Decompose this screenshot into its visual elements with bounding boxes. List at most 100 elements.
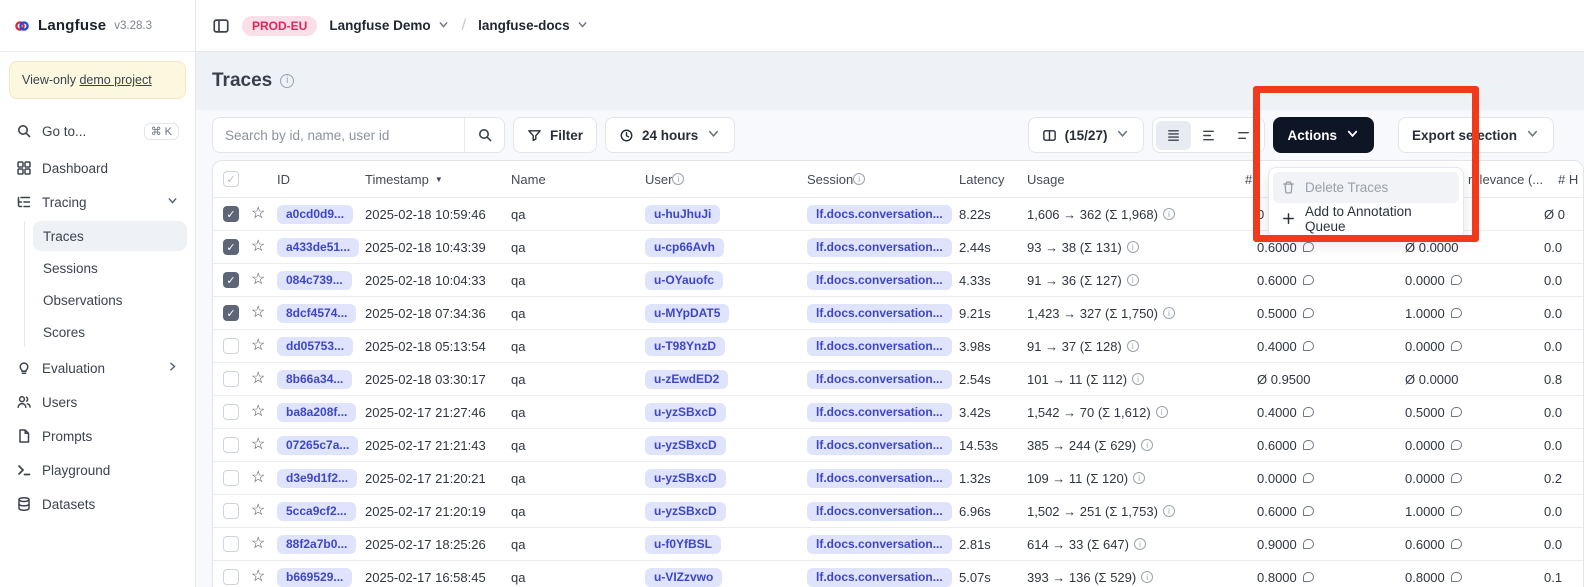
table-row[interactable]: ☆07265c7a...2025-02-17 21:21:43qau-yzSBx… — [213, 429, 1583, 462]
bookmark-star-icon[interactable]: ☆ — [251, 528, 265, 560]
session-badge[interactable]: lf.docs.conversation... — [807, 429, 952, 461]
bookmark-star-icon[interactable]: ☆ — [251, 561, 265, 587]
table-row[interactable]: ☆ba8a208f...2025-02-17 21:27:46qau-yzSBx… — [213, 396, 1583, 429]
session-badge[interactable]: lf.docs.conversation... — [807, 264, 952, 296]
table-row[interactable]: ☆d3e9d1f2...2025-02-17 21:20:21qau-yzSBx… — [213, 462, 1583, 495]
sidebar-item-tracing[interactable]: Tracing — [8, 185, 187, 219]
trace-id-badge[interactable]: 88f2a7b0... — [277, 528, 356, 560]
table-row[interactable]: ☆dd05753...2025-02-18 05:13:54qau-T98Ynz… — [213, 330, 1583, 363]
trace-id-badge[interactable]: dd05753... — [277, 330, 353, 362]
column-header-user[interactable]: Useri — [645, 161, 684, 197]
trace-id-badge[interactable]: b669529... — [277, 561, 352, 587]
select-all-checkbox[interactable]: ✓ — [223, 161, 239, 197]
user-badge[interactable]: u-OYauofc — [645, 264, 723, 296]
row-checkbox[interactable]: ✓ — [223, 297, 239, 329]
sidebar-item-evaluation[interactable]: Evaluation — [8, 351, 187, 385]
bookmark-star-icon[interactable]: ☆ — [251, 429, 265, 461]
trace-id-badge[interactable]: d3e9d1f2... — [277, 462, 357, 494]
row-checkbox[interactable] — [223, 495, 239, 527]
trace-id-badge[interactable]: ba8a208f... — [277, 396, 356, 428]
org-selector[interactable]: Langfuse Demo — [329, 18, 449, 34]
user-badge[interactable]: u-cp66Avh — [645, 231, 724, 263]
bookmark-star-icon[interactable]: ☆ — [251, 198, 265, 230]
row-checkbox[interactable]: ✓ — [223, 231, 239, 263]
demo-project-link[interactable]: demo project — [79, 73, 151, 87]
user-badge[interactable]: u-yzSBxcD — [645, 495, 726, 527]
column-header-relevance[interactable]: relevance (... — [1468, 161, 1543, 197]
column-header-id[interactable]: ID — [277, 161, 290, 197]
session-badge[interactable]: lf.docs.conversation... — [807, 561, 952, 587]
actions-button[interactable]: Actions — [1273, 117, 1374, 153]
row-checkbox[interactable]: ✓ — [223, 198, 239, 230]
search-submit-button[interactable] — [464, 118, 504, 152]
table-row[interactable]: ✓☆8dcf4574...2025-02-18 07:34:36qau-MYpD… — [213, 297, 1583, 330]
bookmark-star-icon[interactable]: ☆ — [251, 495, 265, 527]
trace-id-badge[interactable]: 084c739... — [277, 264, 352, 296]
row-checkbox[interactable] — [223, 330, 239, 362]
bookmark-star-icon[interactable]: ☆ — [251, 264, 265, 296]
bookmark-star-icon[interactable]: ☆ — [251, 462, 265, 494]
menu-item-add-to-annotation-queue[interactable]: Add to Annotation Queue — [1273, 203, 1459, 234]
session-badge[interactable]: lf.docs.conversation... — [807, 396, 952, 428]
trace-id-badge[interactable]: 8b66a34... — [277, 363, 352, 395]
user-badge[interactable]: u-yzSBxcD — [645, 462, 726, 494]
trace-id-badge[interactable]: 07265c7a... — [277, 429, 358, 461]
export-selection-button[interactable]: Export selection — [1398, 117, 1554, 153]
row-checkbox[interactable] — [223, 561, 239, 587]
row-checkbox[interactable] — [223, 396, 239, 428]
user-badge[interactable]: u-zEwdED2 — [645, 363, 728, 395]
user-badge[interactable]: u-yzSBxcD — [645, 429, 726, 461]
goto-search[interactable]: Go to... ⌘ K — [8, 115, 187, 147]
time-range-button[interactable]: 24 hours — [605, 117, 735, 153]
session-badge[interactable]: lf.docs.conversation... — [807, 363, 952, 395]
row-height-medium-button[interactable] — [1191, 121, 1226, 150]
sidebar-item-users[interactable]: Users — [8, 385, 187, 419]
bookmark-star-icon[interactable]: ☆ — [251, 231, 265, 263]
trace-id-badge[interactable]: a0cd0d9... — [277, 198, 353, 230]
table-row[interactable]: ✓☆084c739...2025-02-18 10:04:33qau-OYauo… — [213, 264, 1583, 297]
trace-id-badge[interactable]: 8dcf4574... — [277, 297, 356, 329]
column-header-session[interactable]: Sessioni — [807, 161, 865, 197]
sidebar-item-dashboard[interactable]: Dashboard — [8, 151, 187, 185]
user-badge[interactable]: u-MYpDAT5 — [645, 297, 729, 329]
row-checkbox[interactable]: ✓ — [223, 264, 239, 296]
column-header-name[interactable]: Name — [511, 161, 546, 197]
session-badge[interactable]: lf.docs.conversation... — [807, 495, 952, 527]
bookmark-star-icon[interactable]: ☆ — [251, 363, 265, 395]
session-badge[interactable]: lf.docs.conversation... — [807, 198, 952, 230]
user-badge[interactable]: u-huJhuJi — [645, 198, 720, 230]
sidebar-item-prompts[interactable]: Prompts — [8, 419, 187, 453]
trace-id-badge[interactable]: 5cca9cf2... — [277, 495, 356, 527]
session-badge[interactable]: lf.docs.conversation... — [807, 297, 952, 329]
sidebar-item-observations[interactable]: Observations — [33, 285, 187, 315]
row-height-large-button[interactable] — [1226, 121, 1261, 150]
sidebar-item-traces[interactable]: Traces — [33, 221, 187, 251]
user-badge[interactable]: u-T98YnzD — [645, 330, 725, 362]
bookmark-star-icon[interactable]: ☆ — [251, 330, 265, 362]
sidebar-toggle-icon[interactable] — [212, 17, 230, 35]
session-badge[interactable]: lf.docs.conversation... — [807, 528, 952, 560]
columns-visibility-button[interactable]: (15/27) — [1028, 117, 1145, 153]
sidebar-item-scores[interactable]: Scores — [33, 317, 187, 347]
search-input[interactable] — [213, 118, 464, 152]
bookmark-star-icon[interactable]: ☆ — [251, 396, 265, 428]
sidebar-item-datasets[interactable]: Datasets — [8, 487, 187, 521]
row-checkbox[interactable] — [223, 363, 239, 395]
user-badge[interactable]: u-f0YfBSL — [645, 528, 721, 560]
table-row[interactable]: ☆5cca9cf2...2025-02-17 21:20:19qau-yzSBx… — [213, 495, 1583, 528]
user-badge[interactable]: u-yzSBxcD — [645, 396, 726, 428]
menu-item-delete-traces[interactable]: Delete Traces — [1273, 172, 1459, 203]
table-row[interactable]: ☆8b66a34...2025-02-18 03:30:17qau-zEwdED… — [213, 363, 1583, 396]
trace-id-badge[interactable]: a433de51... — [277, 231, 359, 263]
row-height-small-button[interactable] — [1156, 121, 1191, 150]
session-badge[interactable]: lf.docs.conversation... — [807, 462, 952, 494]
sidebar-item-sessions[interactable]: Sessions — [33, 253, 187, 283]
session-badge[interactable]: lf.docs.conversation... — [807, 330, 952, 362]
project-selector[interactable]: langfuse-docs — [478, 18, 589, 34]
row-checkbox[interactable] — [223, 528, 239, 560]
sidebar-item-playground[interactable]: Playground — [8, 453, 187, 487]
bookmark-star-icon[interactable]: ☆ — [251, 297, 265, 329]
table-row[interactable]: ☆88f2a7b0...2025-02-17 18:25:26qau-f0YfB… — [213, 528, 1583, 561]
row-checkbox[interactable] — [223, 462, 239, 494]
column-header-usage[interactable]: Usage — [1027, 161, 1065, 197]
